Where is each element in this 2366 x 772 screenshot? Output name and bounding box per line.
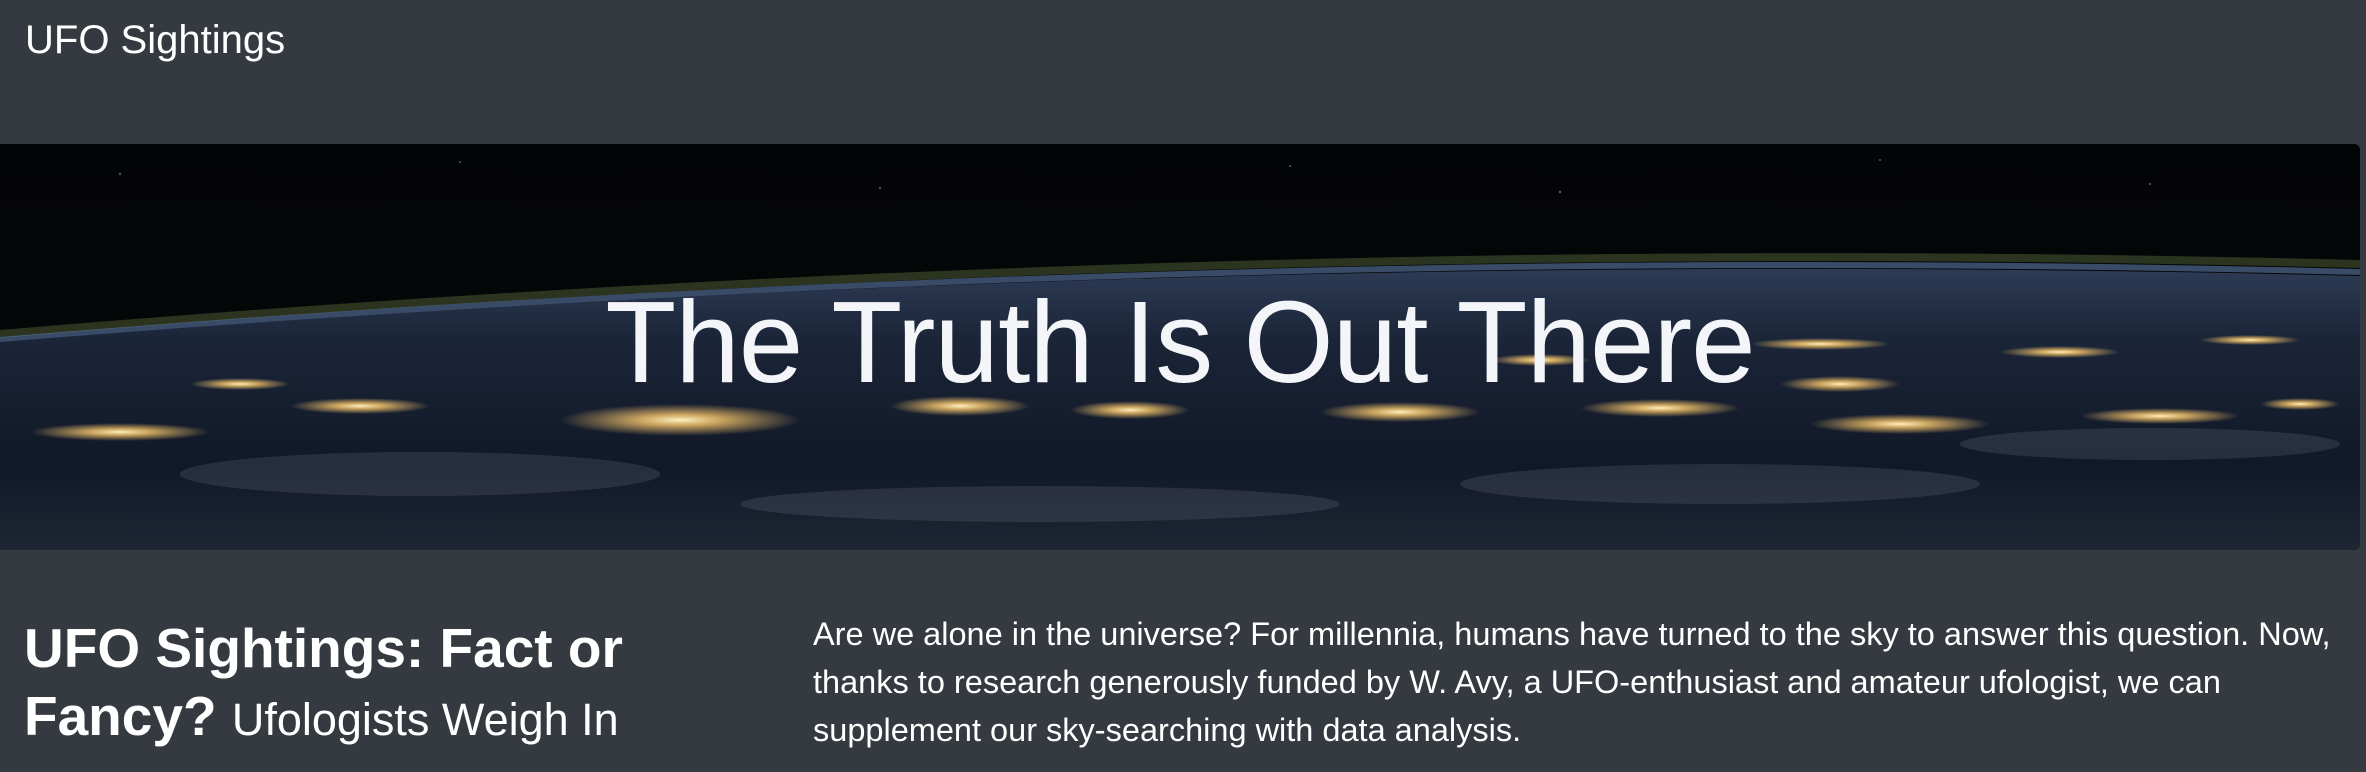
navbar: UFO Sightings: [0, 0, 2366, 144]
article-section: UFO Sightings: Fact or Fancy? Ufologists…: [0, 550, 2366, 772]
article-headline: UFO Sightings: Fact or Fancy? Ufologists…: [24, 614, 754, 754]
article-intro: Are we alone in the universe? For millen…: [813, 616, 2331, 748]
hero-banner: The Truth Is Out There: [0, 144, 2360, 550]
navbar-brand[interactable]: UFO Sightings: [25, 14, 285, 66]
hero-title: The Truth Is Out There: [605, 277, 1755, 407]
headline-subtitle: Ufologists Weigh In: [231, 694, 619, 745]
